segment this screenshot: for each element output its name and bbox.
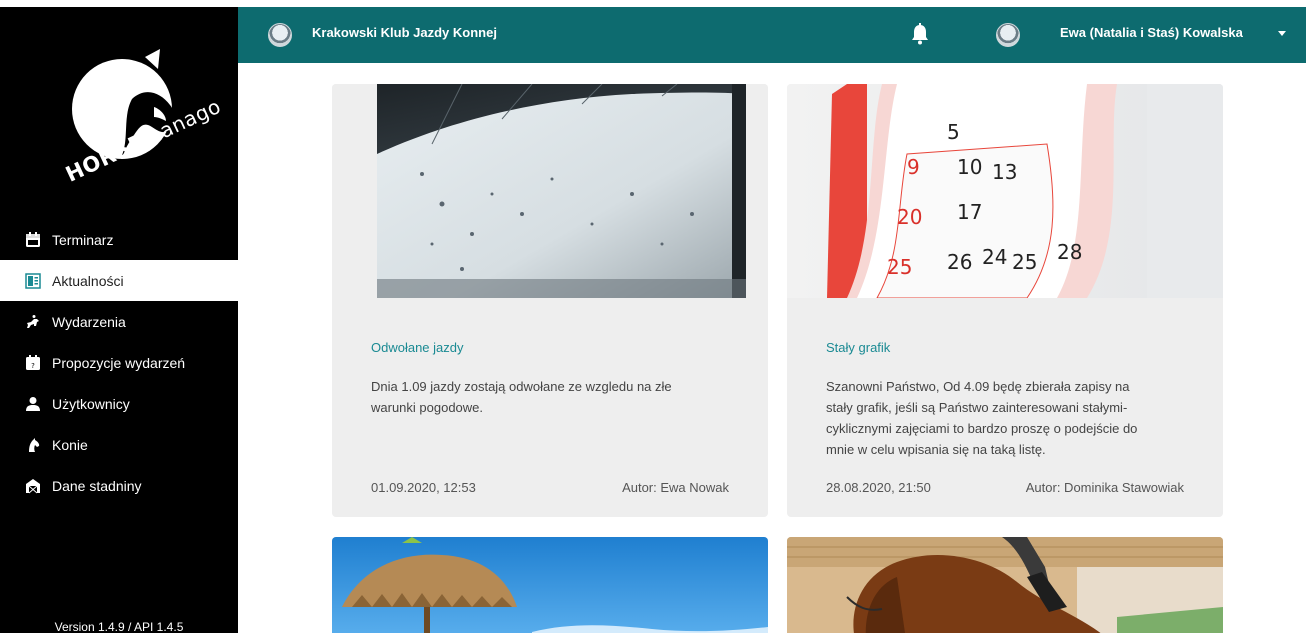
news-title[interactable]: Stały grafik (826, 340, 890, 355)
club-name[interactable]: Krakowski Klub Jazdy Konnej (312, 25, 497, 40)
svg-text:26: 26 (947, 250, 972, 274)
news-card[interactable]: 5 9 10 13 20 17 25 26 24 25 28 Stały gra… (787, 84, 1223, 517)
svg-text:25: 25 (1012, 250, 1037, 274)
sidebar-item-konie[interactable]: Konie (0, 424, 238, 465)
sidebar-item-label: Aktualności (52, 272, 124, 289)
svg-text:13: 13 (992, 160, 1017, 184)
app-root: HORSEmanago Terminarz Aktualności Wydarz… (0, 0, 1306, 633)
news-card[interactable] (787, 537, 1223, 633)
news-body: Szanowni Państwo, Od 4.09 będę zbierała … (826, 379, 1138, 457)
svg-text:28: 28 (1057, 240, 1082, 264)
sidebar-item-propozycje[interactable]: ? Propozycje wydarzeń (0, 342, 238, 383)
stable-icon (24, 477, 42, 495)
svg-text:5: 5 (947, 120, 960, 144)
svg-text:?: ? (31, 362, 35, 370)
sidebar-item-wydarzenia[interactable]: Wydarzenia (0, 301, 238, 342)
svg-text:25: 25 (887, 255, 912, 279)
news-icon (24, 272, 42, 290)
svg-text:10: 10 (957, 155, 982, 179)
rider-icon (24, 313, 42, 331)
user-name[interactable]: Ewa (Natalia i Staś) Kowalska (1060, 25, 1243, 40)
news-image-calendar: 5 9 10 13 20 17 25 26 24 25 28 (787, 84, 1223, 298)
brand-logo[interactable]: HORSEmanago (50, 47, 225, 197)
version-label: Version 1.4.9 / API 1.4.5 (54, 620, 184, 633)
news-image-horse-jumping (787, 537, 1223, 633)
sidebar-item-terminarz[interactable]: Terminarz (0, 219, 238, 260)
svg-text:24: 24 (982, 245, 1007, 269)
sidebar-item-label: Dane stadniny (52, 477, 142, 494)
news-date: 28.08.2020, 21:50 (826, 480, 931, 495)
sidebar-item-label: Wydarzenia (52, 313, 126, 330)
news-card[interactable]: Odwołane jazdy Dnia 1.09 jazdy zostają o… (332, 84, 768, 517)
sidebar-item-label: Propozycje wydarzeń (52, 354, 186, 371)
horse-head-icon (24, 436, 42, 454)
news-author: Autor: Dominika Stawowiak (1025, 480, 1184, 495)
sidebar-nav: Terminarz Aktualności Wydarzenia ? Propo… (0, 219, 238, 506)
user-icon (24, 395, 42, 413)
calendar-question-icon: ? (24, 354, 42, 372)
news-card[interactable] (332, 537, 768, 633)
bell-icon[interactable] (910, 23, 930, 45)
sidebar-item-uzytkownicy[interactable]: Użytkownicy (0, 383, 238, 424)
chevron-down-icon[interactable] (1278, 31, 1286, 36)
sidebar: HORSEmanago Terminarz Aktualności Wydarz… (0, 7, 238, 633)
svg-text:9: 9 (907, 155, 920, 179)
sidebar-item-aktualnosci[interactable]: Aktualności (0, 260, 238, 301)
sidebar-item-dane-stadniny[interactable]: Dane stadniny (0, 465, 238, 506)
avatar[interactable] (996, 23, 1020, 47)
sidebar-item-label: Terminarz (52, 231, 114, 248)
top-bar: Krakowski Klub Jazdy Konnej Ewa (Natalia… (238, 7, 1306, 63)
svg-text:20: 20 (897, 205, 922, 229)
news-title[interactable]: Odwołane jazdy (371, 340, 464, 355)
news-author: Autor: Ewa Nowak (622, 480, 729, 495)
calendar-icon (24, 231, 42, 249)
news-body: Dnia 1.09 jazdy zostają odwołane ze wzgl… (371, 379, 672, 415)
news-date: 01.09.2020, 12:53 (371, 480, 476, 495)
news-image-beach (332, 537, 768, 633)
sidebar-item-label: Konie (52, 436, 88, 453)
sidebar-item-label: Użytkownicy (52, 395, 130, 412)
club-avatar[interactable] (268, 23, 292, 47)
news-image-umbrella-rain (332, 84, 768, 298)
svg-text:17: 17 (957, 200, 982, 224)
